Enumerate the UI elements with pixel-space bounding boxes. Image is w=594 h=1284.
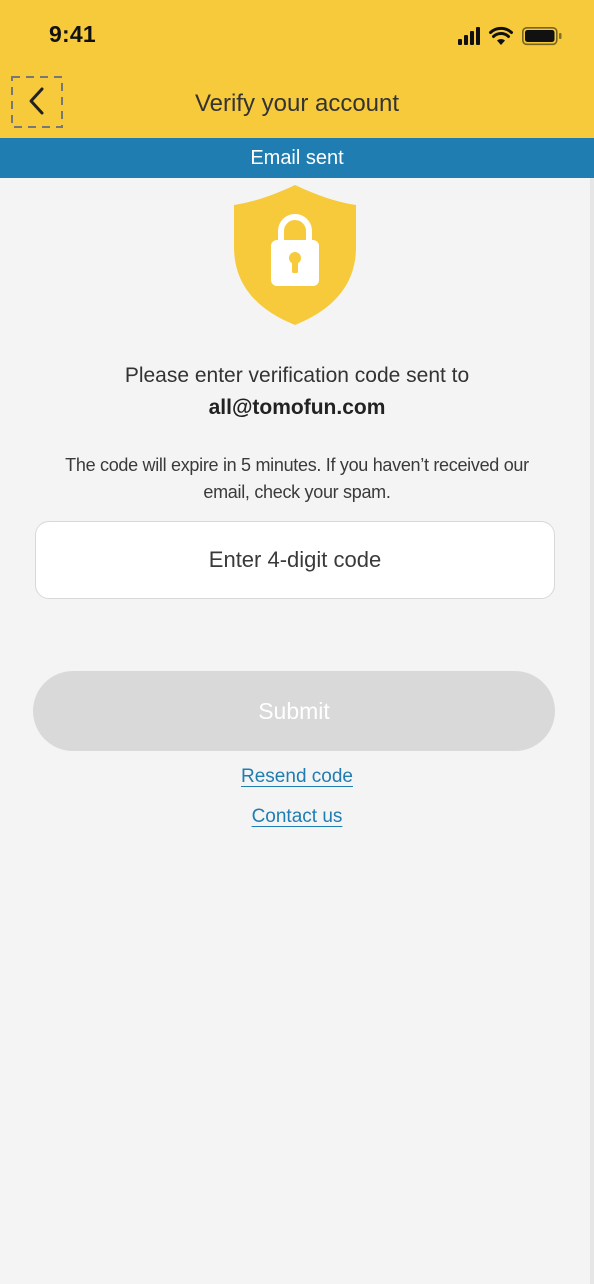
- verification-code-input[interactable]: [35, 521, 555, 599]
- expiry-note: The code will expire in 5 minutes. If yo…: [30, 452, 564, 506]
- status-icons: [458, 26, 562, 46]
- contact-us-link[interactable]: Contact us: [252, 806, 343, 827]
- contact-us-link-row: Contact us: [0, 806, 594, 828]
- verify-account-screen: 9:41 Verify your account Email sent Plea…: [0, 0, 594, 1284]
- recipient-email: all@tomofun.com: [208, 396, 386, 419]
- submit-button[interactable]: Submit: [33, 671, 555, 751]
- expiry-note-line-2: email, check your spam.: [203, 482, 391, 502]
- shield-lock-icon: [234, 185, 356, 325]
- resend-code-link[interactable]: Resend code: [241, 766, 353, 787]
- signal-icon: [458, 27, 480, 45]
- instruction-text: Please enter verification code sent to a…: [0, 360, 594, 424]
- header: 9:41 Verify your account: [0, 0, 594, 138]
- instruction-line: Please enter verification code sent to: [124, 364, 470, 387]
- wifi-icon: [489, 26, 513, 45]
- status-time: 9:41: [49, 21, 96, 47]
- battery-icon: [522, 27, 562, 46]
- email-sent-banner: Email sent: [0, 138, 594, 178]
- page-title: Verify your account: [194, 90, 400, 117]
- expiry-note-line-1: The code will expire in 5 minutes. If yo…: [65, 455, 529, 475]
- scroll-edge: [590, 178, 594, 1284]
- resend-code-link-row: Resend code: [0, 766, 594, 788]
